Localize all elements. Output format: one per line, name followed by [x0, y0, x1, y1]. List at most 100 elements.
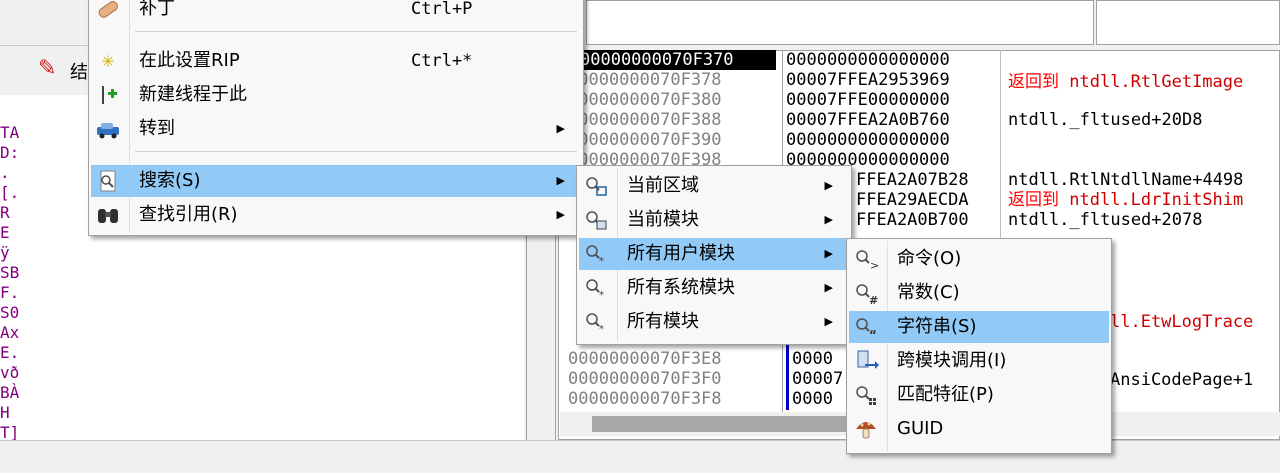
toolbar-label[interactable]: 结: [70, 58, 88, 84]
menu-item-find-references[interactable]: 查找引用(R) ▶: [91, 199, 581, 231]
stack-address[interactable]: 00000000070F3F0: [568, 369, 778, 389]
search-system-modules-icon: *: [583, 276, 609, 300]
stack-address[interactable]: 00000000070F390: [568, 130, 778, 150]
menu-item-all-user-modules[interactable]: * 所有用户模块 ▶: [579, 238, 849, 270]
svg-text:*: *: [599, 256, 604, 266]
left-char: TA: [0, 123, 20, 142]
left-char: [.: [0, 183, 20, 202]
goto-car-icon: [95, 117, 121, 141]
menu-item-goto[interactable]: 转到 ▶: [91, 113, 581, 145]
menu-item-string[interactable]: “ 字符串(S): [849, 311, 1109, 343]
top-panel-left: [586, 0, 1094, 45]
bandage-icon: [95, 0, 121, 21]
stack-comment: AnsiCodePage+1: [1110, 370, 1254, 390]
menu-item-label: 当前区域: [627, 175, 699, 196]
return-target: ntdll.LdrInitShim: [1069, 190, 1244, 210]
left-dump-pane: TA D: . [. R E ÿ SB F. S0 Ax E. vð BÀ H …: [0, 95, 25, 442]
search-module-icon: [583, 208, 609, 232]
menu-item-intermodular-calls[interactable]: 跨模块调用(I): [849, 345, 1109, 377]
return-target: ntdll.RtlGetImage: [1069, 72, 1244, 92]
search-region-icon: [583, 174, 609, 198]
menu-item-label: 常数(C): [897, 282, 960, 303]
stack-comment: 返回到 ntdll.LdrInitShim: [1008, 190, 1280, 210]
menu-item-label: 转到: [139, 118, 175, 139]
menu-item-label: 所有模块: [627, 311, 699, 332]
menu-item-current-region[interactable]: 当前区域 ▶: [579, 170, 849, 202]
mushroom-icon: [853, 417, 879, 441]
menu-item-guid[interactable]: GUID: [849, 413, 1109, 445]
menu-item-shortcut: Ctrl+P: [411, 0, 473, 19]
context-menu: 补丁 Ctrl+P ✳ 在此设置RIP Ctrl+* 新建线程于此 转到 ▶ 搜…: [88, 0, 584, 236]
menu-item-new-thread[interactable]: 新建线程于此: [91, 79, 581, 111]
menu-item-patch[interactable]: 补丁 Ctrl+P: [91, 0, 581, 25]
left-char: E.: [0, 343, 20, 362]
left-char: BÀ: [0, 383, 20, 402]
search-all-modules-icon: *: [583, 310, 609, 334]
menu-item-all-modules[interactable]: * 所有模块 ▶: [579, 306, 849, 338]
stack-value[interactable]: 00007FFEA2A0B760: [786, 110, 986, 130]
submenu-arrow-icon: ▶: [824, 315, 833, 328]
menu-item-label: 所有系统模块: [627, 277, 735, 298]
menu-item-label: 跨模块调用(I): [897, 350, 1007, 371]
svg-text:“: “: [869, 328, 877, 339]
menu-item-pattern[interactable]: 匹配特征(P): [849, 379, 1109, 411]
submenu-arrow-icon: ▶: [824, 179, 833, 192]
submenu-arrow-icon: ▶: [556, 208, 565, 221]
stack-comment: ll.EtwLogTrace: [1110, 312, 1254, 332]
candy-cane-icon[interactable]: ✎: [38, 56, 56, 81]
search-submenu: 当前区域 ▶ 当前模块 ▶ * 所有用户模块 ▶ * 所有系统模块 ▶ * 所有…: [576, 165, 852, 345]
svg-text:#: #: [869, 294, 878, 305]
menu-item-label: GUID: [897, 418, 944, 439]
submenu-arrow-icon: ▶: [556, 174, 565, 187]
menu-item-search[interactable]: 搜索(S) ▶: [91, 165, 581, 197]
left-char: R: [0, 203, 10, 222]
selection-marker: [786, 345, 789, 410]
menu-item-label: 新建线程于此: [139, 84, 247, 105]
menu-item-current-module[interactable]: 当前模块 ▶: [579, 204, 849, 236]
left-char: S0: [0, 303, 20, 322]
return-label: 返回到: [1008, 190, 1059, 210]
left-char: H: [0, 403, 10, 422]
stack-address-selected[interactable]: 00000000070F370: [580, 50, 776, 70]
svg-text:*: *: [599, 324, 604, 334]
search-command-icon: >: [853, 247, 879, 271]
menu-separator: [135, 31, 577, 32]
left-char: Ax: [0, 323, 20, 342]
search-constant-icon: #: [853, 281, 879, 305]
top-panel-right: [1096, 0, 1280, 45]
menu-item-set-rip[interactable]: ✳ 在此设置RIP Ctrl+*: [91, 45, 581, 77]
stack-value[interactable]: 00007FFEA2953969: [786, 70, 986, 90]
return-label: 返回到: [1008, 72, 1059, 92]
left-char: ÿ: [0, 243, 10, 262]
stack-address[interactable]: 00000000070F380: [568, 90, 778, 110]
stack-comment: ntdll._fltused+2078: [1008, 210, 1203, 230]
stack-address[interactable]: 00000000070F378: [568, 70, 778, 90]
menu-item-label: 在此设置RIP: [139, 50, 240, 71]
left-char: E: [0, 223, 10, 242]
menu-item-label: 当前模块: [627, 209, 699, 230]
stack-value[interactable]: 00007FFE00000000: [786, 90, 986, 110]
stack-comment: ntdll.RtlNtdllName+4498: [1008, 170, 1244, 190]
svg-text:*: *: [599, 290, 604, 300]
search-string-icon: “: [853, 315, 879, 339]
stack-address[interactable]: 00000000070F3E8: [568, 349, 778, 369]
left-char: D:: [0, 143, 20, 162]
menu-item-label: 查找引用(R): [139, 204, 238, 225]
submenu-arrow-icon: ▶: [824, 247, 833, 260]
stack-comment: 返回到 ntdll.RtlGetImage: [1008, 72, 1280, 92]
binoculars-icon: [95, 203, 121, 227]
menu-item-label: 搜索(S): [139, 170, 201, 191]
submenu-arrow-icon: ▶: [556, 122, 565, 135]
stack-value[interactable]: 0000000000000000: [786, 130, 986, 150]
menu-item-label: 命令(O): [897, 248, 962, 269]
menu-item-command[interactable]: > 命令(O): [849, 243, 1109, 275]
submenu-arrow-icon: ▶: [824, 281, 833, 294]
search-doc-icon: [95, 169, 121, 193]
menu-item-constant[interactable]: # 常数(C): [849, 277, 1109, 309]
stack-value[interactable]: 0000000000000000: [786, 50, 986, 70]
stack-address[interactable]: 00000000070F388: [568, 110, 778, 130]
left-char: .: [0, 163, 10, 182]
stack-address[interactable]: 00000000070F3F8: [568, 389, 778, 409]
menu-item-label: 所有用户模块: [627, 243, 735, 264]
menu-item-all-system-modules[interactable]: * 所有系统模块 ▶: [579, 272, 849, 304]
